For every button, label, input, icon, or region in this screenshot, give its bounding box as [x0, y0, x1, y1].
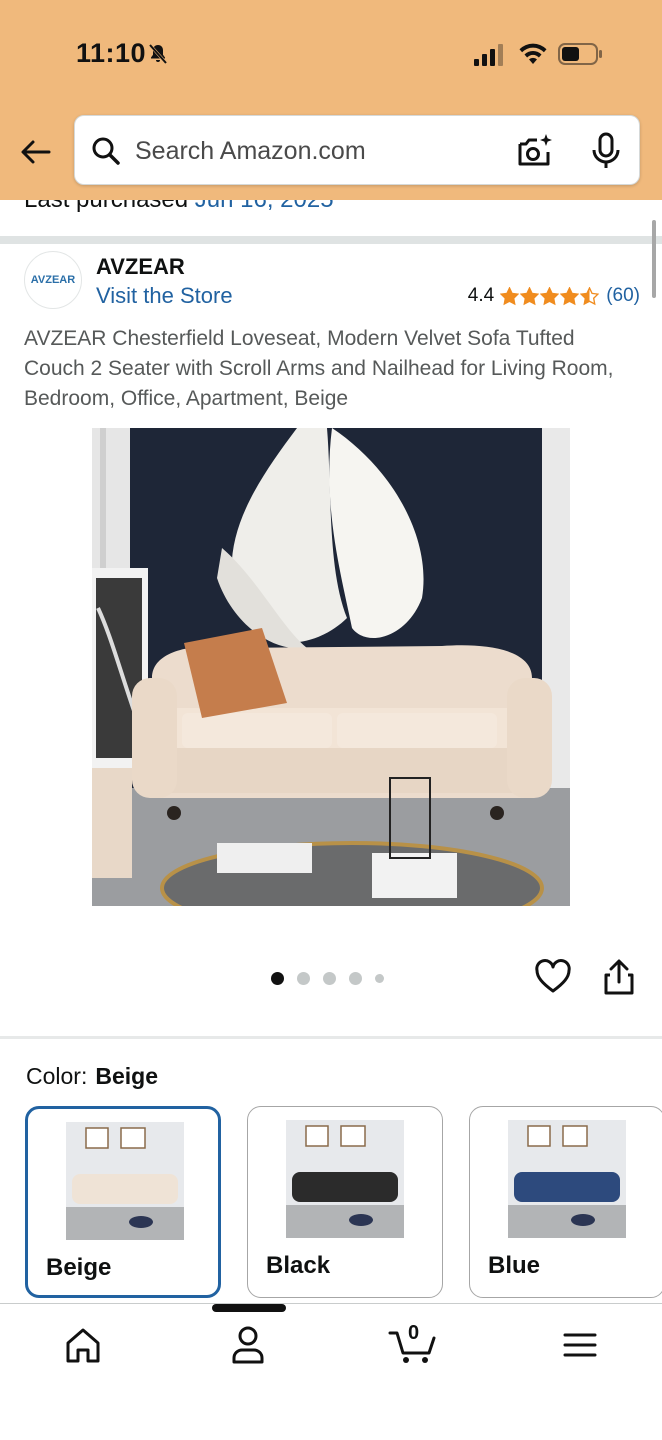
- brand-logo[interactable]: AVZEAR: [24, 251, 82, 309]
- color-selector-label: Color: Beige: [26, 1063, 158, 1090]
- star-icon: [500, 286, 520, 305]
- carousel-dot[interactable]: [323, 972, 336, 985]
- battery-icon: [558, 43, 602, 65]
- swatch-label: Black: [266, 1252, 331, 1279]
- brand-logo-text: AVZEAR: [30, 274, 76, 286]
- swatch-sofa: [292, 1172, 398, 1202]
- app-header: 11:10: [0, 0, 662, 200]
- cart-count: 0: [408, 1322, 420, 1344]
- rating-value: 4.4: [467, 285, 495, 306]
- color-swatch-blue[interactable]: Blue: [469, 1106, 662, 1298]
- search-icon: [92, 137, 120, 165]
- back-arrow-icon[interactable]: [18, 134, 54, 170]
- home-indicator: [212, 1304, 286, 1312]
- brand-name: AVZEAR: [96, 254, 185, 279]
- carousel-dot[interactable]: [297, 972, 310, 985]
- wifi-icon: [519, 43, 547, 64]
- carousel-dot[interactable]: [349, 972, 362, 985]
- share-icon[interactable]: [602, 958, 636, 996]
- color-swatch-beige[interactable]: Beige: [25, 1106, 221, 1298]
- swatch-thumbnail: [286, 1120, 404, 1238]
- product-image[interactable]: [92, 428, 570, 906]
- heart-icon[interactable]: [534, 958, 572, 996]
- swatch-sofa: [72, 1174, 178, 1204]
- rating-count[interactable]: (60): [606, 285, 640, 307]
- account-icon[interactable]: [230, 1325, 266, 1365]
- scrollbar[interactable]: [652, 220, 656, 298]
- swatch-thumbnail: [66, 1122, 184, 1240]
- star-icon: [560, 286, 580, 305]
- section-divider: [0, 1036, 662, 1039]
- star-rating: [500, 286, 600, 306]
- swatch-label: Beige: [46, 1254, 112, 1281]
- camera-search-icon[interactable]: [515, 132, 553, 170]
- bottom-nav: [0, 1303, 662, 1440]
- swatch-label: Blue: [488, 1252, 541, 1279]
- carousel-dot[interactable]: [271, 972, 284, 985]
- menu-icon[interactable]: [562, 1325, 598, 1365]
- star-icon: [520, 286, 540, 305]
- cellular-signal-icon: [474, 44, 503, 66]
- star-icon: [540, 286, 560, 305]
- color-label: Color:: [26, 1063, 88, 1089]
- star-icon: [580, 286, 600, 305]
- rating-summary[interactable]: 4.4 (60): [468, 285, 640, 307]
- bell-muted-icon: [148, 44, 168, 64]
- product-title: AVZEAR Chesterfield Loveseat, Modern Vel…: [24, 327, 614, 410]
- swatch-sofa: [514, 1172, 620, 1202]
- visit-store-link[interactable]: Visit the Store: [96, 283, 233, 309]
- carousel-dots[interactable]: [271, 972, 397, 985]
- cart-button[interactable]: 0: [388, 1322, 438, 1365]
- search-input[interactable]: [135, 130, 495, 172]
- carousel-dot[interactable]: [375, 974, 384, 983]
- section-divider: [0, 236, 662, 244]
- search-bar[interactable]: [74, 115, 640, 185]
- home-icon[interactable]: [64, 1325, 102, 1365]
- status-time: 11:10: [76, 38, 147, 68]
- swatch-thumbnail: [508, 1120, 626, 1238]
- color-swatch-black[interactable]: Black: [247, 1106, 443, 1298]
- microphone-icon[interactable]: [589, 132, 623, 170]
- color-selected-value: Beige: [95, 1063, 158, 1089]
